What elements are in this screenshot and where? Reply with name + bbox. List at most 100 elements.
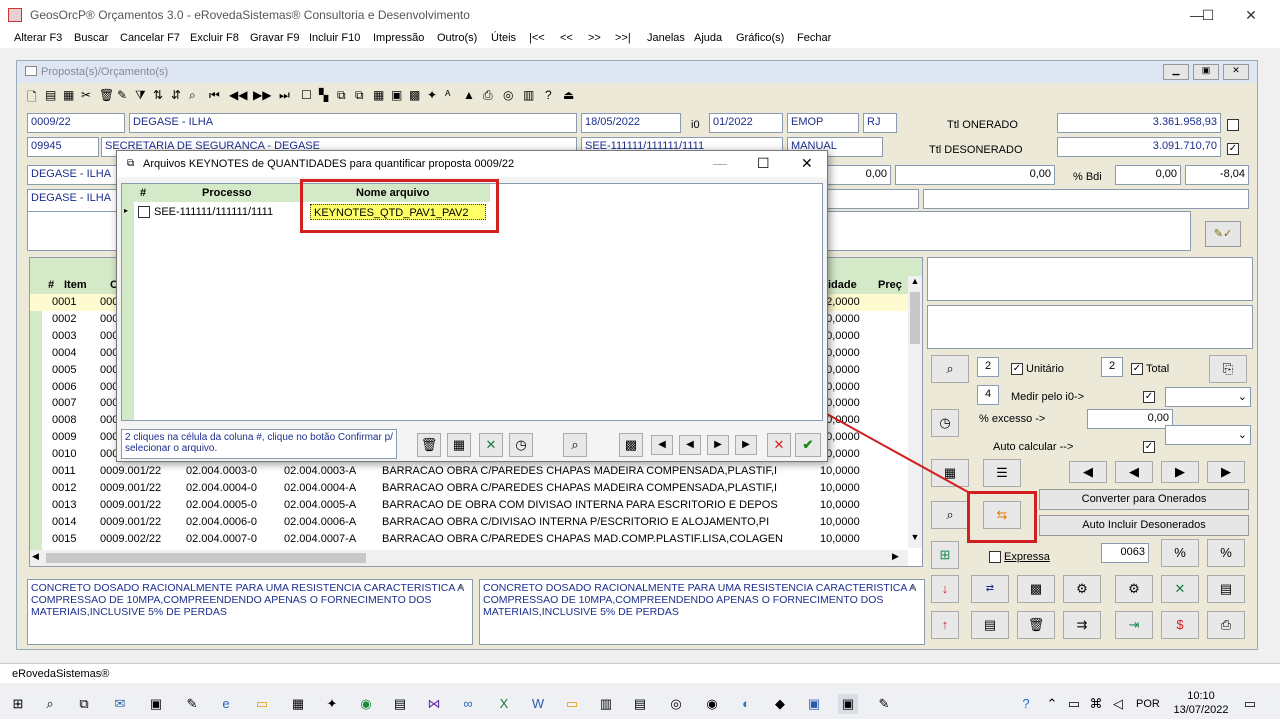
app-icon-7[interactable]: ▥ [596, 694, 616, 714]
menu-fechar[interactable]: Fechar [797, 32, 831, 44]
forward-icon[interactable]: ⇉ [1063, 611, 1101, 639]
taskbar-search-icon[interactable]: ⌕ [40, 694, 60, 714]
calculator-icon[interactable]: ▦ [931, 459, 969, 487]
color-icon[interactable]: ▲ [463, 88, 475, 106]
codigo-field[interactable]: 09945 [27, 137, 99, 157]
clock-icon[interactable]: ◷ [931, 409, 959, 437]
filter-icon[interactable]: ⧩ [135, 88, 146, 106]
help-icon[interactable]: ? [545, 88, 552, 106]
app-icon-5[interactable]: ∞ [458, 694, 478, 714]
app-icon-6[interactable]: ▭ [562, 694, 582, 714]
mail-icon[interactable]: ✉ [110, 694, 130, 714]
val1-field[interactable]: 0,00 [817, 165, 891, 185]
app-icon-9[interactable]: ◎ [666, 694, 686, 714]
menu-buscar[interactable]: Buscar [74, 32, 108, 44]
app-icon-1[interactable]: ▣ [146, 694, 166, 714]
trash-icon[interactable]: 🗑 [1017, 611, 1055, 639]
onerado-checkbox[interactable] [1227, 119, 1239, 131]
edit-icon[interactable]: ✎ [117, 88, 127, 106]
prev-record-icon[interactable]: ◀◀ [229, 88, 247, 106]
search-icon[interactable]: ⌕ [189, 88, 196, 106]
transfer-icon[interactable]: ⇄ [971, 575, 1009, 603]
convert-icon[interactable]: ⇆ [983, 501, 1021, 529]
app-icon-12[interactable]: ✎ [874, 694, 894, 714]
box-icon[interactable]: ☐ [301, 88, 312, 106]
app-icon-4[interactable]: ▤ [390, 694, 410, 714]
chart-icon[interactable]: ▥ [523, 88, 534, 106]
dlg-confirm-icon[interactable]: ✔ [795, 433, 821, 457]
menu-alterar[interactable]: Alterar F3 [14, 32, 62, 44]
menu-janelas[interactable]: Janelas [647, 32, 685, 44]
data-field[interactable]: 18/05/2022 [581, 113, 681, 133]
mdi-close-icon[interactable]: ✕ [1223, 64, 1249, 80]
sort-az-icon[interactable]: ⇅ [153, 88, 163, 106]
calculator-taskbar-icon[interactable]: ▦ [288, 694, 308, 714]
dlg-prev-icon[interactable]: ◀ [679, 435, 701, 455]
dlg-calculator-icon[interactable]: ▦ [447, 433, 471, 457]
print-icon[interactable]: ⎙ [483, 88, 493, 106]
dlg-cancel-icon[interactable]: ✕ [767, 433, 791, 457]
copy-icon[interactable]: ⧉ [337, 88, 346, 106]
table-icon[interactable]: ▦ [373, 88, 384, 106]
bdi1-field[interactable]: 0,00 [1115, 165, 1181, 185]
gears-icon[interactable]: ⚙ [1063, 575, 1101, 603]
web-icon[interactable]: ◎ [503, 88, 513, 106]
table-row[interactable]: 0015 0009.002/22 02.004.0007-0 02.004.0007-… [30, 531, 908, 548]
camera-icon[interactable]: ◉ [702, 694, 722, 714]
menu-prev[interactable]: << [560, 32, 573, 44]
export-icon[interactable]: ⇥ [1115, 611, 1153, 639]
search-icon-2[interactable]: ⌕ [931, 355, 969, 383]
converter-button[interactable]: Converter para Onerados [1039, 489, 1249, 510]
menu-cancelar[interactable]: Cancelar F7 [120, 32, 180, 44]
obs-field[interactable] [923, 189, 1249, 209]
folder-icon[interactable]: ▭ [252, 694, 272, 714]
grid-hscroll[interactable]: ◀ ▶ [30, 550, 908, 566]
medir-count[interactable]: 4 [977, 385, 999, 405]
table-row[interactable]: 0012 0009.001/22 02.004.0004-0 02.004.0004-… [30, 480, 908, 497]
memo-left[interactable]: CONCRETO DOSADO RACIONALMENTE PARA UMA R… [27, 579, 473, 645]
color-grid-icon[interactable]: ▩ [1017, 575, 1055, 603]
medir-select[interactable]: ⌄ [1165, 387, 1251, 407]
calendar-icon[interactable]: ▩ [409, 88, 420, 106]
network-icon[interactable]: ⌘ [1086, 694, 1106, 714]
menu-first[interactable]: |<< [529, 32, 545, 44]
clock-time[interactable]: 10:10 [1176, 690, 1226, 702]
i0-field[interactable]: 01/2022 [709, 113, 783, 133]
tools-icon[interactable]: ✂ [81, 88, 91, 106]
dollar-icon[interactable]: $ [1161, 611, 1199, 639]
down-arrow-icon[interactable]: ↓ [931, 575, 959, 603]
geosorc-taskbar-icon[interactable]: ▣ [838, 694, 858, 714]
bdi2-field[interactable]: -8,04 [1185, 165, 1249, 185]
excesso-field[interactable]: 0,00 [1087, 409, 1173, 429]
menu-uteis[interactable]: Úteis [491, 32, 516, 44]
slash-field[interactable]: / [817, 189, 919, 209]
recycle-icon[interactable]: 🗑 [417, 433, 441, 457]
gear-icon[interactable]: ⚙ [1115, 575, 1153, 603]
app-icon-2[interactable]: ✎ [182, 694, 202, 714]
next-record-icon[interactable]: ▶▶ [253, 88, 271, 106]
medir-checkbox[interactable]: ✓ [1143, 391, 1155, 403]
whatsapp-icon[interactable]: ◉ [356, 694, 376, 714]
nav-prev-icon[interactable]: ◀ [1115, 461, 1153, 483]
paste-icon[interactable]: ⧉ [355, 88, 364, 106]
percent-icon-2[interactable]: % [1207, 539, 1245, 567]
dialog-maximize-icon[interactable]: ☐ [757, 155, 770, 172]
doc-icon[interactable]: ▤ [971, 611, 1009, 639]
spell-icon[interactable]: ᴬ [445, 88, 450, 106]
unitario-checkbox[interactable]: ✓ [1011, 363, 1023, 375]
sort-za-icon[interactable]: ⇵ [171, 88, 181, 106]
word-icon[interactable]: ▤ [1207, 575, 1245, 603]
nav-next-icon[interactable]: ▶ [1161, 461, 1199, 483]
menu-outros[interactable]: Outro(s) [437, 32, 477, 44]
search-icon-3[interactable]: ⌕ [931, 501, 969, 529]
codigo-expressa-field[interactable]: 0063 [1101, 543, 1149, 563]
auto-incluir-button[interactable]: Auto Incluir Desonerados [1039, 515, 1249, 536]
excel-icon[interactable]: ✕ [1161, 575, 1199, 603]
unitario-count[interactable]: 2 [977, 357, 999, 377]
delete-icon[interactable]: 🗑 [99, 88, 114, 106]
local1-field[interactable]: DEGASE - ILHA [27, 165, 117, 185]
calc-icon[interactable]: ▣ [391, 88, 402, 106]
auto-calc-checkbox[interactable]: ✓ [1143, 441, 1155, 453]
language-indicator[interactable]: POR [1136, 698, 1160, 710]
nav-first-icon[interactable]: ◀ [1069, 461, 1107, 483]
